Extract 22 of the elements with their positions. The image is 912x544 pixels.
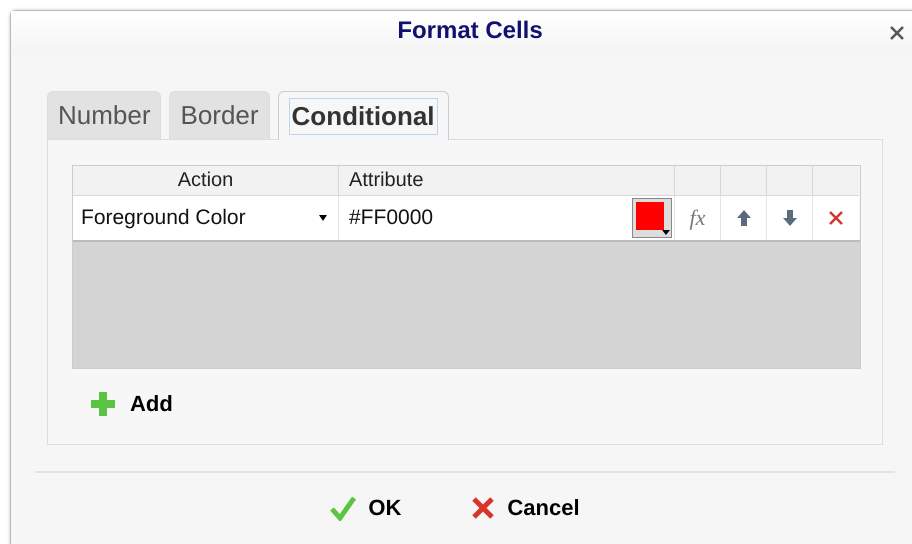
delete-icon[interactable] [828,210,844,226]
function-button[interactable]: fx [690,205,706,231]
attribute-field[interactable]: #FF0000 [339,196,675,240]
tab[interactable]: Conditional [278,91,449,140]
move-up-icon[interactable] [736,209,752,227]
plus-icon [90,391,116,417]
column-header: Attribute [339,166,675,196]
cross-icon [471,496,496,520]
close-icon[interactable] [889,25,905,41]
color-picker[interactable] [632,198,672,238]
add-button[interactable]: Add [90,391,173,417]
caret-icon [318,214,328,222]
tab[interactable]: Border [169,91,270,139]
action-dropdown[interactable]: Foreground Color [73,196,339,240]
check-icon [330,495,356,521]
dialog-button[interactable]: OK [330,495,402,521]
move-down-icon[interactable] [782,209,798,227]
caret-icon [662,230,670,235]
column-header: Action [73,166,339,196]
dialog-button[interactable]: Cancel [471,495,580,521]
tab[interactable]: Number [47,91,162,139]
window-title: Format Cells [397,17,543,45]
